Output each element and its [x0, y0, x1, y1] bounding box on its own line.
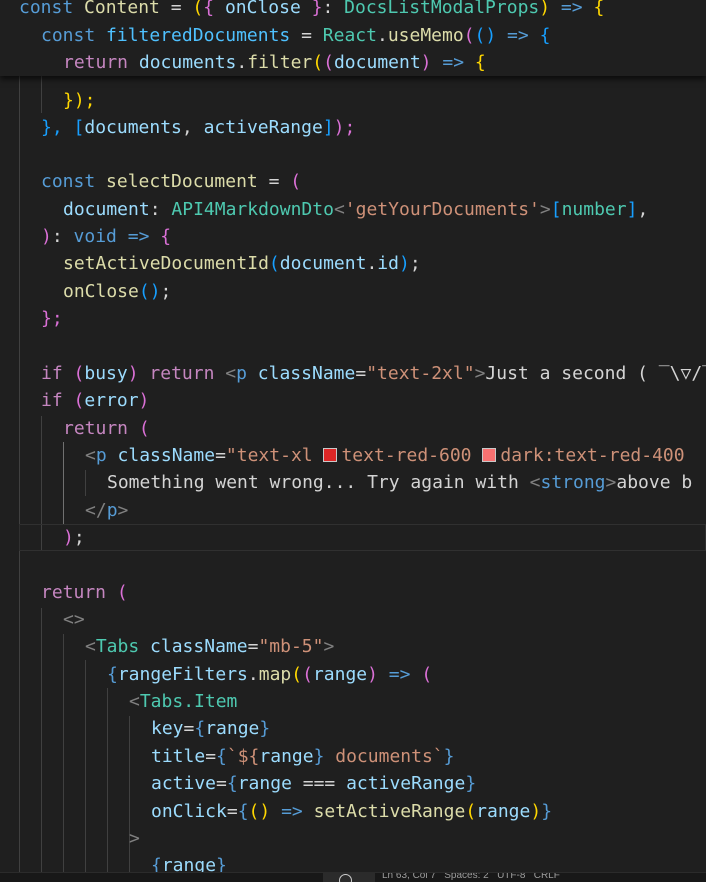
code-line[interactable]: };	[41, 305, 63, 332]
indent-guide	[41, 76, 42, 113]
code-line-current[interactable]: );	[63, 524, 85, 551]
status-bar: Ln 63, Col 7 Spaces: 2 UTF-8 CRLF	[0, 872, 706, 882]
code-line[interactable]: key={range}	[151, 715, 270, 742]
code-line[interactable]: >	[129, 825, 140, 852]
sticky-scroll-header[interactable]: const Content = ({ onClose }: DocsListMo…	[0, 0, 706, 76]
indent-guide-active	[63, 442, 64, 524]
code-line[interactable]: ): void => {	[41, 223, 171, 250]
code-line[interactable]: const filteredDocuments = React.useMemo(…	[41, 22, 550, 49]
code-line[interactable]: if (error)	[41, 387, 149, 414]
code-line[interactable]: onClick={() => setActiveRange(range)}	[151, 798, 552, 825]
code-line[interactable]: document: API4MarkdownDto<'getYourDocume…	[63, 196, 648, 223]
indent-guide	[63, 634, 64, 872]
copilot-icon[interactable]	[339, 874, 352, 882]
code-line[interactable]: const selectDocument = (	[41, 168, 301, 195]
code-line[interactable]: const Content = ({ onClose }: DocsListMo…	[19, 0, 604, 21]
code-line[interactable]: title={`${range} documents`}	[151, 743, 454, 770]
code-line[interactable]: <>	[63, 606, 85, 633]
code-line[interactable]: {range}	[151, 852, 227, 872]
code-line[interactable]: <Tabs.Item	[129, 688, 237, 715]
code-line[interactable]: if (busy) return <p className="text-2xl"…	[41, 360, 706, 387]
code-line[interactable]: <p className="text-xl text-red-600 dark:…	[85, 442, 685, 469]
code-line[interactable]: </p>	[85, 497, 128, 524]
code-line[interactable]: });	[63, 87, 96, 114]
indent-guide	[19, 76, 20, 872]
code-line[interactable]: active={range === activeRange}	[151, 770, 476, 797]
code-line[interactable]: <Tabs className="mb-5">	[85, 633, 334, 660]
code-line[interactable]: return (	[41, 579, 128, 606]
code-line[interactable]: {rangeFilters.map((range) => (	[107, 661, 432, 688]
indent-guide	[41, 608, 42, 872]
code-line[interactable]: setActiveDocumentId(document.id);	[63, 250, 421, 277]
code-line[interactable]: return documents.filter((document) => {	[63, 49, 486, 76]
code-line[interactable]: onClose();	[63, 278, 171, 305]
code-line[interactable]: return (	[63, 415, 150, 442]
code-line[interactable]: Something went wrong... Try again with <…	[107, 469, 692, 496]
code-line[interactable]: }, [documents, activeRange]);	[41, 114, 355, 141]
color-swatch-red-600[interactable]	[323, 448, 338, 462]
code-editor[interactable]: const Content = ({ onClose }: DocsListMo…	[0, 0, 706, 872]
current-line-highlight	[19, 524, 706, 551]
indent-guide	[107, 688, 108, 872]
color-swatch-red-400[interactable]	[482, 448, 497, 462]
indent-guide	[85, 660, 86, 872]
indent-guide	[85, 470, 86, 496]
status-bar-text[interactable]: Ln 63, Col 7 Spaces: 2 UTF-8 CRLF	[382, 873, 560, 882]
